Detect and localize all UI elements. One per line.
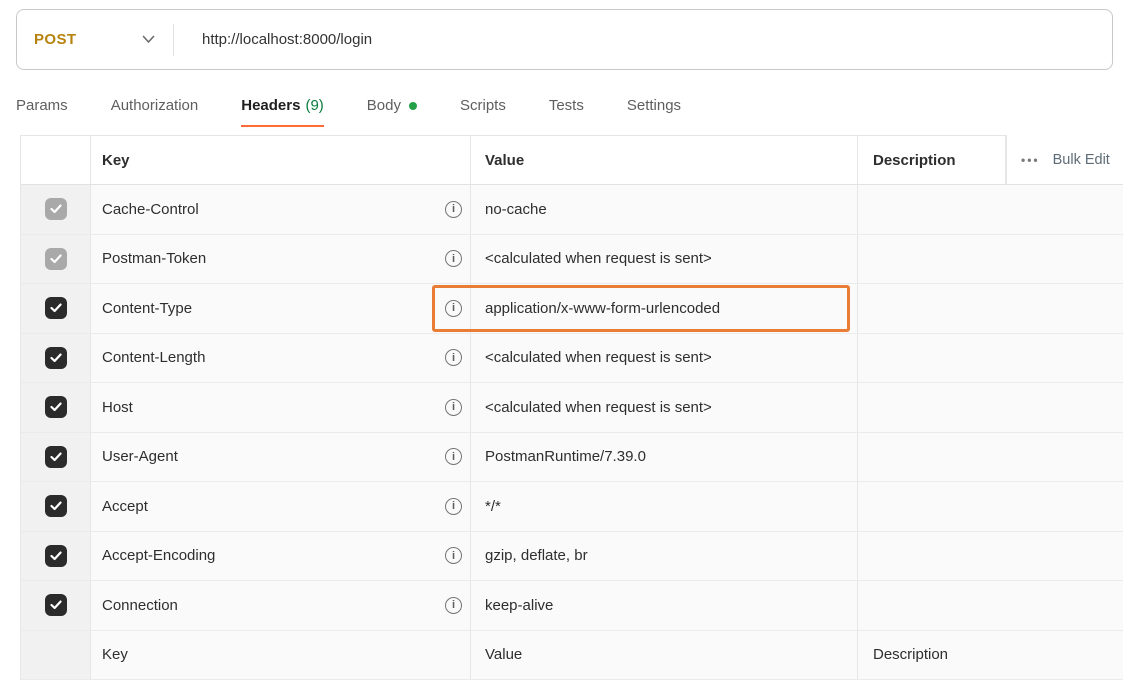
method-selector[interactable]: POST	[17, 10, 173, 69]
header-description[interactable]	[858, 581, 1006, 630]
new-description-input[interactable]: Description	[873, 646, 948, 663]
check-icon	[50, 204, 62, 214]
table-row: Content-Length i <calculated when request…	[21, 334, 1123, 384]
info-icon: i	[445, 201, 462, 218]
row-checkbox[interactable]	[45, 396, 67, 418]
header-value[interactable]: application/x-www-form-urlencoded	[485, 300, 720, 317]
header-description[interactable]	[858, 284, 1006, 333]
request-url-bar: POST http://localhost:8000/login	[16, 9, 1113, 70]
header-key[interactable]: Cache-Control	[102, 201, 199, 218]
header-value[interactable]: <calculated when request is sent>	[485, 399, 712, 416]
tab-authorization[interactable]: Authorization	[111, 97, 199, 125]
key-column-header: Key	[91, 135, 471, 184]
row-checkbox[interactable]	[45, 495, 67, 517]
header-value[interactable]: gzip, deflate, br	[485, 547, 588, 564]
table-row: Postman-Token i <calculated when request …	[21, 235, 1123, 285]
info-icon: i	[445, 250, 462, 267]
check-icon	[50, 254, 62, 264]
new-value-input[interactable]: Value	[485, 646, 522, 663]
tab-params[interactable]: Params	[16, 97, 68, 125]
header-value[interactable]: <calculated when request is sent>	[485, 250, 712, 267]
method-label: POST	[34, 31, 76, 48]
header-description[interactable]	[858, 185, 1006, 234]
header-value[interactable]: */*	[485, 498, 501, 515]
header-description[interactable]	[858, 235, 1006, 284]
check-icon	[50, 353, 62, 363]
table-row: User-Agent i PostmanRuntime/7.39.0	[21, 433, 1123, 483]
header-key[interactable]: Accept-Encoding	[102, 547, 215, 564]
tab-body[interactable]: Body	[367, 97, 417, 125]
header-key[interactable]: Host	[102, 399, 133, 416]
check-icon	[50, 551, 62, 561]
header-description[interactable]	[858, 433, 1006, 482]
tab-headers[interactable]: Headers (9)	[241, 97, 324, 127]
headers-count: (9)	[305, 97, 323, 114]
header-key[interactable]: Postman-Token	[102, 250, 206, 267]
row-checkbox[interactable]	[45, 347, 67, 369]
tab-tests[interactable]: Tests	[549, 97, 584, 125]
new-header-row: Key Value Description	[21, 631, 1123, 680]
description-column-header: Description	[858, 135, 1006, 184]
check-icon	[50, 303, 62, 313]
info-icon: i	[445, 399, 462, 416]
check-icon	[50, 452, 62, 462]
header-key[interactable]: Content-Type	[102, 300, 192, 317]
more-actions-icon[interactable]: •••	[1021, 153, 1040, 167]
table-header-row: Key Value Description ••• Bulk Edit	[21, 135, 1123, 185]
check-icon	[50, 501, 62, 511]
table-row: Accept i */*	[21, 482, 1123, 532]
info-icon: i	[445, 498, 462, 515]
chevron-down-icon	[142, 35, 155, 44]
select-all-column-header	[21, 135, 91, 184]
check-icon	[50, 402, 62, 412]
tab-scripts[interactable]: Scripts	[460, 97, 506, 125]
info-icon: i	[445, 300, 462, 317]
tab-settings[interactable]: Settings	[627, 97, 681, 125]
row-checkbox[interactable]	[45, 545, 67, 567]
row-checkbox[interactable]	[45, 594, 67, 616]
header-key[interactable]: User-Agent	[102, 448, 178, 465]
header-value[interactable]: keep-alive	[485, 597, 553, 614]
headers-table: Key Value Description ••• Bulk Edit Cach…	[20, 135, 1123, 680]
row-checkbox[interactable]	[45, 297, 67, 319]
header-value[interactable]: <calculated when request is sent>	[485, 349, 712, 366]
header-key[interactable]: Connection	[102, 597, 178, 614]
info-icon: i	[445, 597, 462, 614]
table-row: Accept-Encoding i gzip, deflate, br	[21, 532, 1123, 582]
bulk-edit-button[interactable]: Bulk Edit	[1053, 152, 1110, 168]
info-icon: i	[445, 547, 462, 564]
header-key[interactable]: Content-Length	[102, 349, 205, 366]
table-row: Connection i keep-alive	[21, 581, 1123, 631]
value-column-header: Value	[471, 135, 858, 184]
header-description[interactable]	[858, 383, 1006, 432]
header-key[interactable]: Accept	[102, 498, 148, 515]
url-input[interactable]: http://localhost:8000/login	[174, 31, 1112, 48]
row-checkbox[interactable]	[45, 198, 67, 220]
table-row: Cache-Control i no-cache	[21, 185, 1123, 235]
table-row: Content-Type i application/x-www-form-url…	[21, 284, 1123, 334]
info-icon: i	[445, 448, 462, 465]
request-tabs: Params Authorization Headers (9) Body Sc…	[16, 97, 681, 127]
header-description[interactable]	[858, 334, 1006, 383]
header-value[interactable]: PostmanRuntime/7.39.0	[485, 448, 646, 465]
table-actions: ••• Bulk Edit	[1006, 135, 1123, 184]
row-checkbox[interactable]	[45, 446, 67, 468]
info-icon: i	[445, 349, 462, 366]
header-description[interactable]	[858, 532, 1006, 581]
header-value[interactable]: no-cache	[485, 201, 547, 218]
new-key-input[interactable]: Key	[102, 646, 128, 663]
body-modified-dot-icon	[409, 102, 417, 110]
header-description[interactable]	[858, 482, 1006, 531]
check-icon	[50, 600, 62, 610]
table-row: Host i <calculated when request is sent>	[21, 383, 1123, 433]
row-checkbox[interactable]	[45, 248, 67, 270]
